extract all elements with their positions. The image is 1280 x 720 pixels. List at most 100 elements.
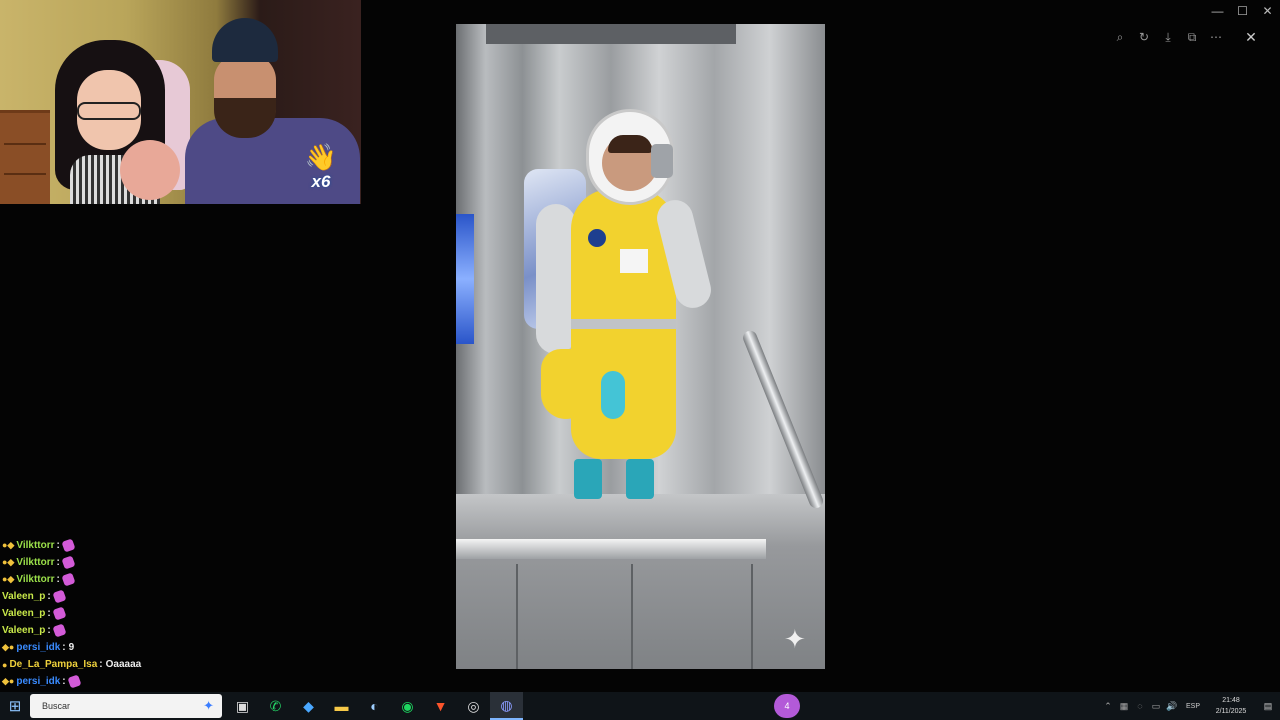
elevator-panel-line xyxy=(631,564,633,669)
start-button[interactable]: ⊞ xyxy=(0,692,30,720)
taskbar-search-box[interactable]: Buscar ✦ xyxy=(30,694,222,718)
chat-separator: : xyxy=(56,557,60,568)
stream-chat: ●◆ Vilkttorr: ●◆ Vilkttorr: ●◆ Vilkttorr: Vale… xyxy=(2,537,302,690)
window-controls: — ☐ ✕ xyxy=(1205,0,1280,22)
wave-count: x6 xyxy=(311,172,331,191)
elevator-handrail xyxy=(741,328,825,511)
elevator-blue-light xyxy=(456,214,474,344)
chat-message-text: Oaaaaa xyxy=(105,659,142,670)
steam-icon[interactable]: ◐ xyxy=(358,692,391,720)
download-icon[interactable]: ⤓ xyxy=(1157,26,1179,48)
network-icon[interactable]: ▭ xyxy=(1148,701,1164,712)
chat-message: ●◆ Vilkttorr: xyxy=(2,571,302,588)
zoom-icon[interactable]: ⌕ xyxy=(1109,26,1131,48)
chat-message: Valeen_p: xyxy=(2,588,302,605)
viewed-photo[interactable]: ✦ xyxy=(456,24,825,669)
system-tray: 4 ⌃ ▦ ◌ ▭ 🔊 ESP 21:48 2/11/2025 ▤ xyxy=(773,692,1280,720)
search-placeholder: Buscar xyxy=(42,701,71,711)
chat-separator: : xyxy=(47,591,51,602)
chat-emote-icon xyxy=(61,538,76,553)
spotify-icon[interactable]: ◉ xyxy=(391,692,424,720)
chat-separator: : xyxy=(47,625,51,636)
webcam-shelf xyxy=(0,110,50,204)
file-explorer-icon[interactable]: ▬ xyxy=(325,692,358,720)
chat-emote-icon xyxy=(67,674,82,689)
chat-separator: : xyxy=(62,676,66,687)
chat-badge-icon: ◆● xyxy=(2,642,15,652)
chat-badge-icon: ●◆ xyxy=(2,574,15,584)
webcam-hand xyxy=(120,140,180,200)
chat-message: ● De_La_Pampa_Isa: Oaaaaa xyxy=(2,656,302,673)
obs-icon[interactable]: ◎ xyxy=(457,692,490,720)
chat-emote-icon xyxy=(61,555,76,570)
chat-emote-icon xyxy=(61,572,76,587)
chat-username[interactable]: Valeen_p xyxy=(2,608,45,619)
chat-username[interactable]: Vilkttorr xyxy=(16,574,54,585)
copilot-icon[interactable]: ◆ xyxy=(292,692,325,720)
discord-icon[interactable]: ◍ xyxy=(490,692,523,720)
chat-emote-icon xyxy=(52,606,67,621)
clock[interactable]: 21:48 2/11/2025 xyxy=(1206,695,1256,717)
elevator-floor-bar xyxy=(456,539,766,559)
more-icon[interactable]: ⋯ xyxy=(1205,26,1227,48)
chat-message-text: 9 xyxy=(68,642,75,653)
chat-separator: : xyxy=(56,540,60,551)
chat-separator: : xyxy=(56,574,60,585)
copilot-gem-icon: ✦ xyxy=(203,698,214,713)
chat-badge-icon: ●◆ xyxy=(2,540,15,550)
chat-username[interactable]: Vilkttorr xyxy=(16,540,54,551)
chat-separator: : xyxy=(62,642,66,653)
chat-separator: : xyxy=(47,608,51,619)
webcam-overlay: 👋 x6 xyxy=(0,0,361,204)
chat-message: ◆● persi_idk: xyxy=(2,673,302,690)
clock-time: 21:48 xyxy=(1222,697,1240,704)
chat-message: ◆● persi_idk:9 xyxy=(2,639,302,656)
chat-username[interactable]: Valeen_p xyxy=(2,625,45,636)
elevator-panel-line xyxy=(516,564,518,669)
tray-app-icon[interactable]: ▦ xyxy=(1116,701,1132,712)
alien-plush xyxy=(601,371,625,419)
sparkle-icon: ✦ xyxy=(784,624,806,654)
tray-app-icon[interactable]: ◌ xyxy=(1132,701,1148,711)
task-view-icon[interactable]: ▣ xyxy=(226,692,259,720)
whatsapp-icon[interactable]: ✆ xyxy=(259,692,292,720)
chat-username[interactable]: Valeen_p xyxy=(2,591,45,602)
open-external-icon[interactable]: ⧉ xyxy=(1181,26,1203,48)
chat-username[interactable]: persi_idk xyxy=(16,676,60,687)
minimize-button[interactable]: — xyxy=(1205,0,1230,22)
elevator-floor xyxy=(456,494,825,669)
chat-separator: : xyxy=(99,659,103,670)
window-close-button[interactable]: ✕ xyxy=(1255,0,1280,22)
chat-emote-icon xyxy=(52,589,67,604)
chat-badge-icon: ◆● xyxy=(2,676,15,686)
chat-badge-icon: ●◆ xyxy=(2,557,15,567)
close-photo-button[interactable]: ✕ xyxy=(1240,26,1262,48)
webcam-wave-badge: 👋 x6 xyxy=(299,142,343,198)
tray-pill-badge[interactable]: 4 xyxy=(773,694,800,718)
chat-emote-icon xyxy=(52,623,67,638)
elevator-panel-line xyxy=(751,564,753,669)
wave-icon: 👋 xyxy=(304,142,338,172)
chat-username[interactable]: De_La_Pampa_Isa xyxy=(9,659,97,670)
elevator-ceiling xyxy=(486,24,736,44)
chat-message: Valeen_p: xyxy=(2,622,302,639)
notifications-icon[interactable]: ▤ xyxy=(1256,701,1280,712)
photo-toolbar: ⌕ ↻ ⤓ ⧉ ⋯ xyxy=(1108,26,1228,48)
phone xyxy=(651,144,673,178)
taskbar: ⊞ Buscar ✦ ▣ ✆ ◆ ▬ ◐ ◉ ▼ ◎ ◍ 4 ⌃ ▦ ◌ ▭ 🔊 ESP 21:… xyxy=(0,692,1280,720)
chat-badge-icon: ● xyxy=(2,659,8,670)
language-indicator[interactable]: ESP xyxy=(1186,703,1200,710)
clock-date: 2/11/2025 xyxy=(1215,708,1247,715)
brave-icon[interactable]: ▼ xyxy=(424,692,457,720)
astronaut-costume-person xyxy=(516,109,716,499)
taskbar-apps: ▣ ✆ ◆ ▬ ◐ ◉ ▼ ◎ ◍ xyxy=(226,692,523,720)
chat-message: ●◆ Vilkttorr: xyxy=(2,537,302,554)
chat-message: Valeen_p: xyxy=(2,605,302,622)
chat-username[interactable]: Vilkttorr xyxy=(16,557,54,568)
rotate-icon[interactable]: ↻ xyxy=(1133,26,1155,48)
chat-message: ●◆ Vilkttorr: xyxy=(2,554,302,571)
volume-icon[interactable]: 🔊 xyxy=(1164,701,1180,712)
chat-username[interactable]: persi_idk xyxy=(16,642,60,653)
show-hidden-icons-icon[interactable]: ⌃ xyxy=(1100,701,1116,712)
maximize-button[interactable]: ☐ xyxy=(1230,0,1255,22)
